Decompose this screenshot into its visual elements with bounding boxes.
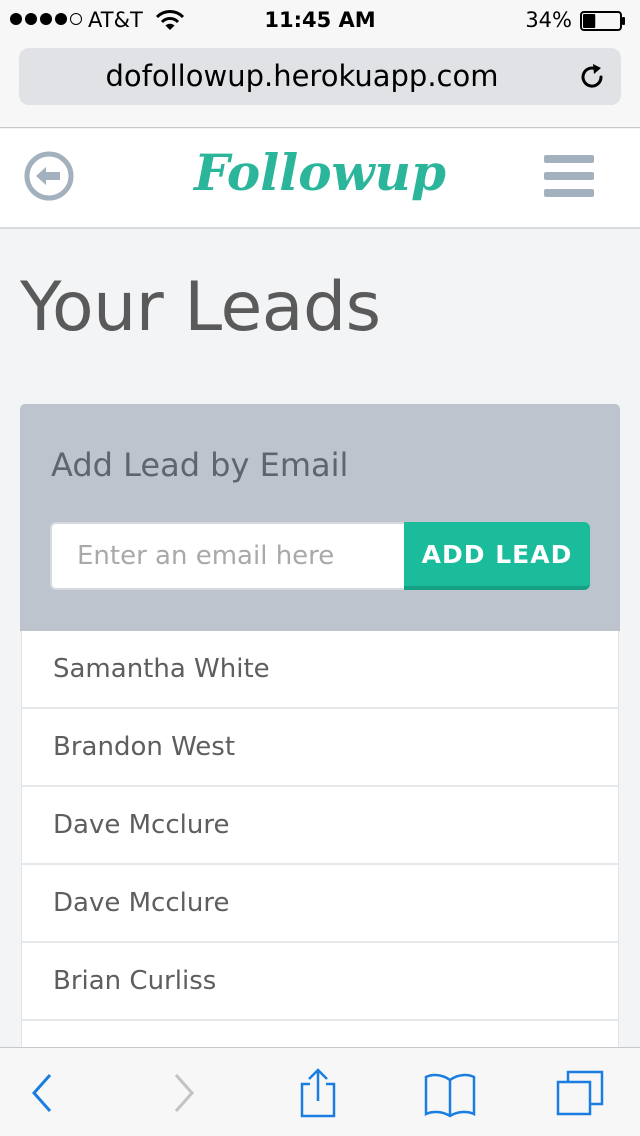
brand-name[interactable]: Followup <box>194 143 446 202</box>
add-lead-button[interactable]: ADD LEAD <box>404 522 590 590</box>
book-icon[interactable] <box>422 1068 478 1118</box>
browser-toolbar <box>0 1047 640 1136</box>
hamburger-menu-icon[interactable] <box>544 155 594 197</box>
add-lead-panel: Add Lead by Email ADD LEAD <box>20 404 620 631</box>
chevron-right-icon[interactable] <box>156 1068 212 1118</box>
url-text[interactable]: dofollowup.herokuapp.com <box>19 59 585 93</box>
tabs-icon[interactable] <box>554 1068 610 1118</box>
lead-item[interactable]: Dave Mcclure <box>22 865 618 943</box>
app-header: Followup <box>0 129 640 229</box>
battery-percent: 34% <box>525 8 572 32</box>
add-lead-title: Add Lead by Email <box>51 446 349 484</box>
share-icon[interactable] <box>290 1068 346 1118</box>
chevron-left-icon[interactable] <box>14 1068 70 1118</box>
lead-item[interactable]: Dave Mcclure <box>22 787 618 865</box>
status-bar: AT&T 11:45 AM 34% <box>0 0 640 40</box>
lead-item[interactable]: Brian Curliss <box>22 943 618 1021</box>
reload-icon[interactable] <box>577 62 607 92</box>
browser-address-bar: dofollowup.herokuapp.com <box>0 40 640 128</box>
page-title: Your Leads <box>20 268 381 347</box>
url-field[interactable]: dofollowup.herokuapp.com <box>19 48 621 105</box>
battery-icon <box>580 11 625 31</box>
lead-item[interactable]: Samantha White <box>22 631 618 709</box>
back-arrow-circle-icon[interactable] <box>24 151 74 201</box>
email-input[interactable] <box>50 522 404 590</box>
lead-list: Samantha White Brandon West Dave Mcclure… <box>21 631 619 1099</box>
lead-item[interactable]: Brandon West <box>22 709 618 787</box>
